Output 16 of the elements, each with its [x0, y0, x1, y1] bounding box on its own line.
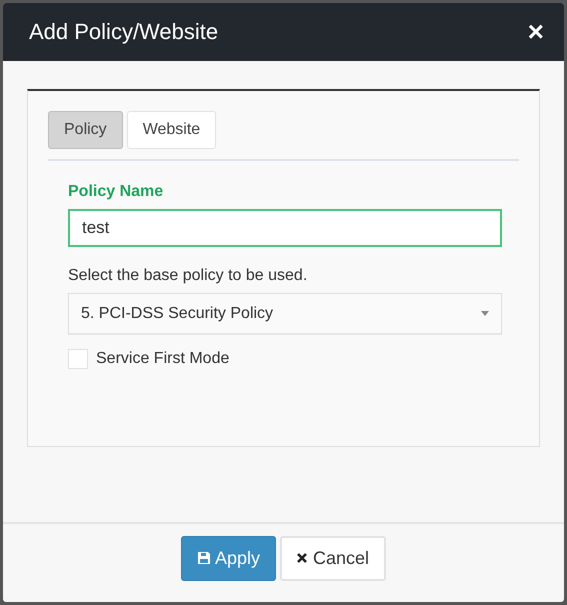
base-policy-dropdown[interactable]: 5. PCI-DSS Security Policy — [68, 293, 502, 335]
field-label: Select the base policy to be used. — [68, 267, 308, 285]
cancel-button[interactable]: Cancel — [280, 536, 386, 580]
policy-name-field[interactable]: test — [68, 209, 502, 247]
dialog-title: Add Policy/Website — [29, 19, 218, 45]
caret-icon — [481, 311, 489, 316]
dropdown-value: 5. PCI-DSS Security Policy — [81, 304, 274, 322]
apply-button[interactable]: Apply — [180, 536, 276, 580]
checkbox[interactable] — [68, 349, 88, 369]
tab[interactable]: Website — [126, 111, 216, 149]
field-label: Policy Name — [68, 183, 164, 201]
close-button[interactable]: × — [528, 18, 544, 46]
save-icon — [196, 551, 211, 565]
checkbox-label: Service First Mode — [96, 350, 230, 368]
tab[interactable]: Policy — [48, 111, 123, 149]
close-icon — [297, 553, 307, 563]
